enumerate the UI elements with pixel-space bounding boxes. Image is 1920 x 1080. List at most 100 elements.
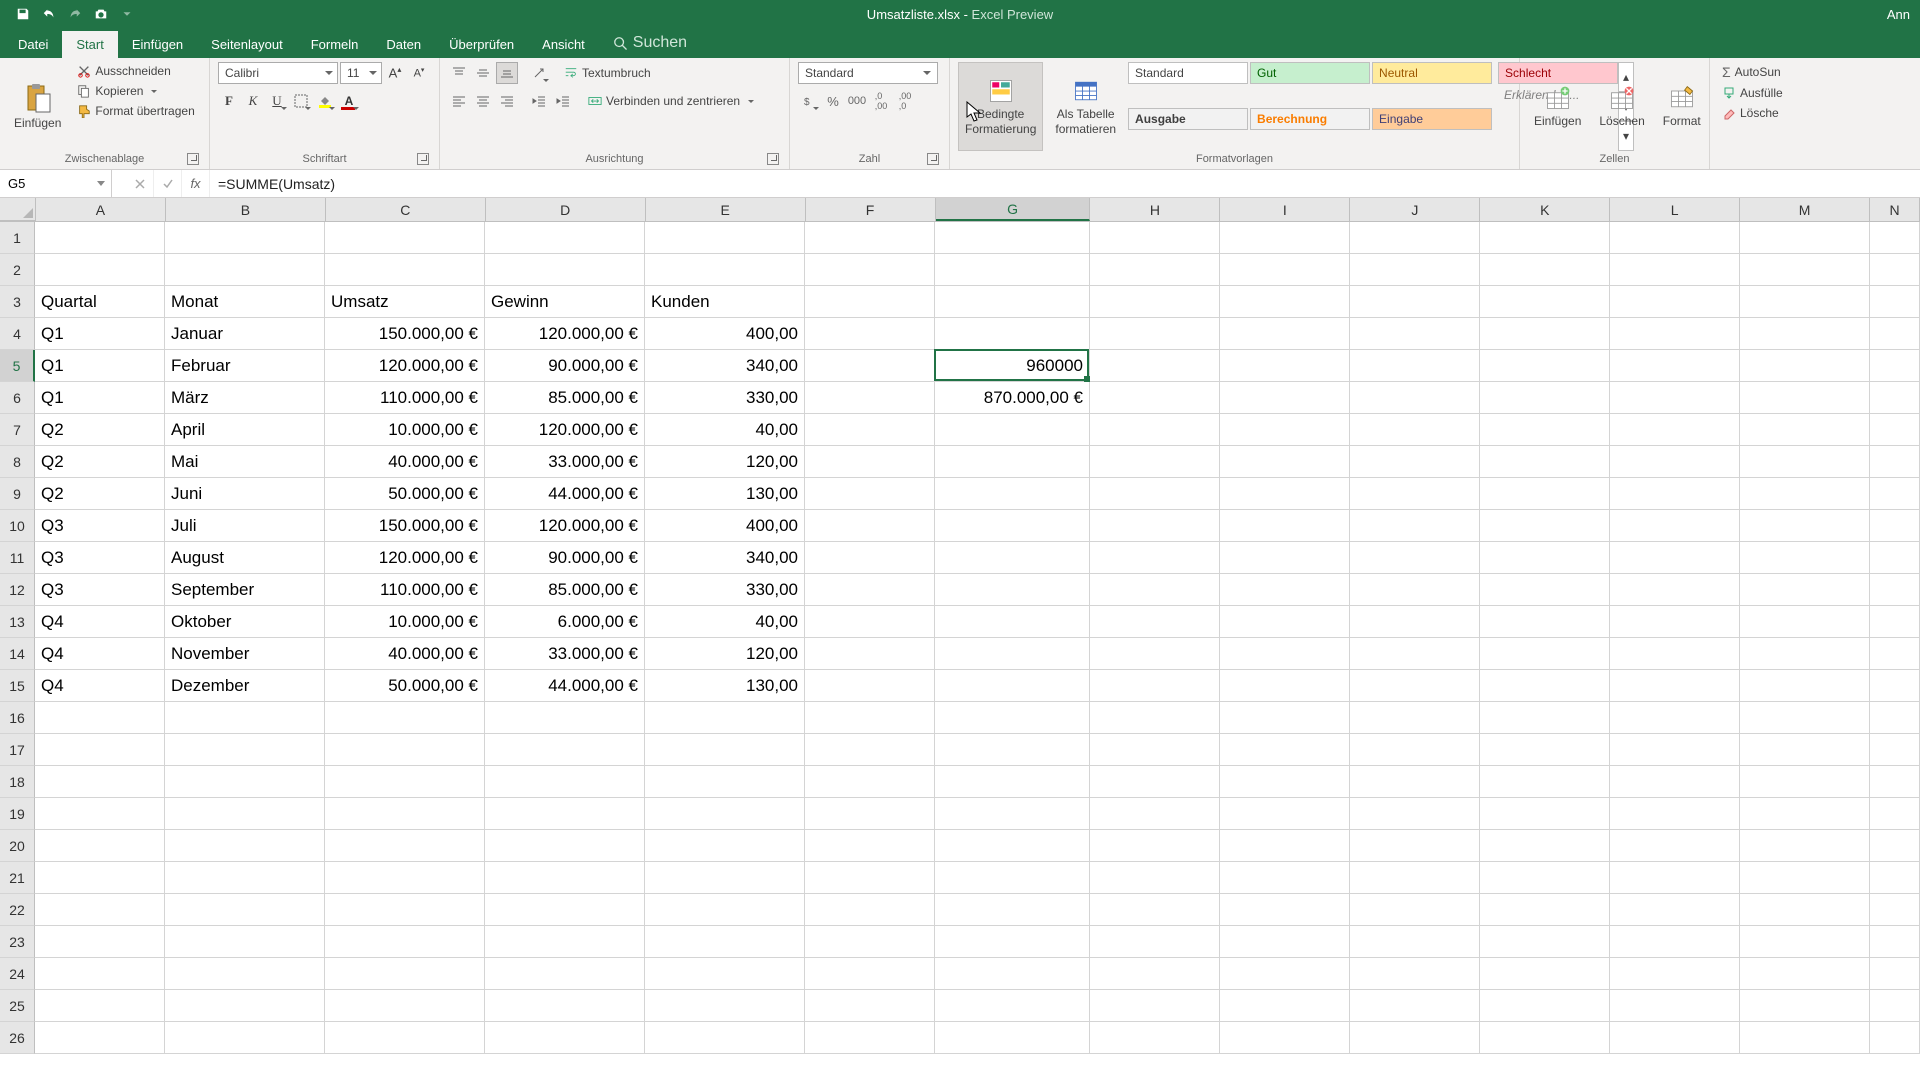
- spreadsheet-grid[interactable]: ABCDEFGHIJKLMN 1234567891011121314151617…: [0, 198, 1920, 1054]
- cell[interactable]: 130,00: [645, 478, 805, 510]
- fill-button[interactable]: Ausfülle: [1718, 84, 1787, 102]
- cell[interactable]: [805, 510, 935, 542]
- cell[interactable]: [165, 990, 325, 1022]
- cell[interactable]: Oktober: [165, 606, 325, 638]
- cell[interactable]: [1220, 382, 1350, 414]
- cell[interactable]: [1610, 382, 1740, 414]
- cell[interactable]: [1090, 254, 1220, 286]
- cell[interactable]: [935, 702, 1090, 734]
- cell[interactable]: 50.000,00 €: [325, 670, 485, 702]
- column-header[interactable]: N: [1870, 198, 1920, 221]
- cell[interactable]: [1220, 510, 1350, 542]
- cell[interactable]: [1480, 958, 1610, 990]
- cell[interactable]: [1350, 606, 1480, 638]
- cell[interactable]: [1090, 350, 1220, 382]
- cell[interactable]: [35, 734, 165, 766]
- cell[interactable]: [1090, 702, 1220, 734]
- style-neutral[interactable]: Neutral: [1372, 62, 1492, 84]
- cell[interactable]: [805, 254, 935, 286]
- cell[interactable]: 330,00: [645, 382, 805, 414]
- tab-view[interactable]: Ansicht: [528, 31, 599, 58]
- tab-file[interactable]: Datei: [4, 31, 62, 58]
- cell[interactable]: [1870, 254, 1920, 286]
- cell[interactable]: [1740, 1022, 1870, 1054]
- cell[interactable]: [935, 766, 1090, 798]
- cell[interactable]: [1610, 670, 1740, 702]
- cell[interactable]: [1610, 958, 1740, 990]
- cell[interactable]: [1350, 798, 1480, 830]
- cell[interactable]: [165, 862, 325, 894]
- cell[interactable]: [165, 734, 325, 766]
- cell[interactable]: [1610, 222, 1740, 254]
- cell[interactable]: [645, 222, 805, 254]
- cell[interactable]: [1350, 862, 1480, 894]
- row-header[interactable]: 6: [0, 382, 35, 414]
- cell[interactable]: [1610, 990, 1740, 1022]
- cell[interactable]: [935, 926, 1090, 958]
- cell[interactable]: [935, 1022, 1090, 1054]
- cell[interactable]: [325, 222, 485, 254]
- cell[interactable]: Kunden: [645, 286, 805, 318]
- cell[interactable]: [805, 670, 935, 702]
- cell[interactable]: [1870, 510, 1920, 542]
- cell[interactable]: 44.000,00 €: [485, 670, 645, 702]
- accept-formula-icon[interactable]: [154, 170, 182, 197]
- italic-button[interactable]: K: [242, 90, 264, 112]
- cell[interactable]: [1090, 990, 1220, 1022]
- cell[interactable]: [935, 862, 1090, 894]
- cell[interactable]: [1090, 1022, 1220, 1054]
- cell[interactable]: [485, 990, 645, 1022]
- cell[interactable]: [1090, 414, 1220, 446]
- cell[interactable]: [1870, 382, 1920, 414]
- column-header[interactable]: C: [326, 198, 486, 221]
- cell[interactable]: [1740, 414, 1870, 446]
- cell[interactable]: [1350, 1022, 1480, 1054]
- cell[interactable]: [1220, 894, 1350, 926]
- cell[interactable]: [1610, 798, 1740, 830]
- cell[interactable]: [1740, 830, 1870, 862]
- cell[interactable]: [805, 990, 935, 1022]
- cell[interactable]: [1480, 254, 1610, 286]
- cell[interactable]: [485, 1022, 645, 1054]
- cell[interactable]: Q1: [35, 382, 165, 414]
- cell[interactable]: [1610, 638, 1740, 670]
- cell[interactable]: [1220, 702, 1350, 734]
- row-header[interactable]: 14: [0, 638, 35, 670]
- cell[interactable]: 40,00: [645, 606, 805, 638]
- cell[interactable]: [1610, 318, 1740, 350]
- row-header[interactable]: 11: [0, 542, 35, 574]
- cell[interactable]: [1090, 926, 1220, 958]
- cell[interactable]: [1480, 446, 1610, 478]
- cell[interactable]: [1090, 638, 1220, 670]
- cell[interactable]: [1870, 734, 1920, 766]
- cell[interactable]: [645, 862, 805, 894]
- cell[interactable]: [1870, 414, 1920, 446]
- cell[interactable]: [1090, 510, 1220, 542]
- underline-button[interactable]: U: [266, 90, 288, 112]
- cell[interactable]: [325, 990, 485, 1022]
- cell[interactable]: [1480, 1022, 1610, 1054]
- cell[interactable]: Q3: [35, 510, 165, 542]
- thousands-icon[interactable]: 000: [846, 90, 868, 112]
- cell[interactable]: 330,00: [645, 574, 805, 606]
- cell[interactable]: 6.000,00 €: [485, 606, 645, 638]
- cell[interactable]: [1740, 894, 1870, 926]
- cell[interactable]: [935, 830, 1090, 862]
- shrink-font-icon[interactable]: A▾: [408, 62, 430, 84]
- row-header[interactable]: 19: [0, 798, 35, 830]
- cell[interactable]: [1090, 894, 1220, 926]
- column-header[interactable]: G: [936, 198, 1091, 221]
- cell[interactable]: [35, 958, 165, 990]
- border-button[interactable]: [290, 90, 312, 112]
- align-left-icon[interactable]: [448, 90, 470, 112]
- cell[interactable]: [1350, 990, 1480, 1022]
- cell[interactable]: [1220, 446, 1350, 478]
- cell[interactable]: [1350, 510, 1480, 542]
- cell[interactable]: [1480, 638, 1610, 670]
- cell[interactable]: [1870, 894, 1920, 926]
- style-standard[interactable]: Standard: [1128, 62, 1248, 84]
- formula-input[interactable]: =SUMME(Umsatz): [210, 176, 1920, 192]
- cell[interactable]: [485, 254, 645, 286]
- cell[interactable]: [1090, 830, 1220, 862]
- format-cells-button[interactable]: Format: [1657, 62, 1707, 151]
